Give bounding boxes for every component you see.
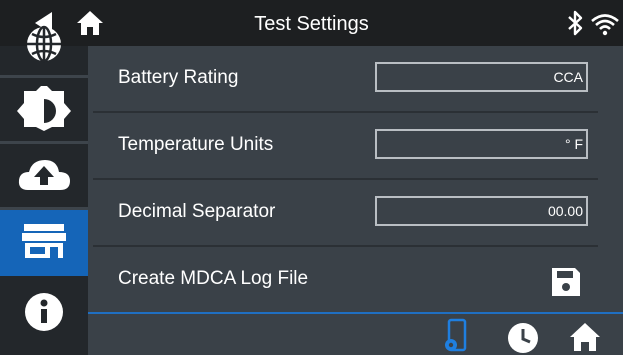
phone-settings-icon[interactable] bbox=[443, 318, 469, 354]
save-icon[interactable] bbox=[549, 265, 583, 299]
bluetooth-icon bbox=[568, 10, 583, 36]
decimal-separator-field[interactable]: 00.00 bbox=[375, 196, 588, 226]
sidebar-item-shop[interactable] bbox=[0, 210, 88, 276]
create-log-row[interactable]: Create MDCA Log File bbox=[88, 247, 623, 314]
sidebar-item-info[interactable] bbox=[0, 276, 88, 356]
clock-icon[interactable] bbox=[505, 320, 541, 356]
temperature-units-label: Temperature Units bbox=[118, 134, 274, 155]
sidebar-item-display[interactable] bbox=[0, 78, 88, 144]
sidebar bbox=[0, 25, 88, 356]
brightness-icon bbox=[17, 86, 71, 131]
sidebar-item-language[interactable] bbox=[0, 12, 88, 78]
decimal-separator-row[interactable]: Decimal Separator 00.00 bbox=[88, 180, 623, 247]
wifi-icon bbox=[591, 14, 619, 36]
sidebar-item-cloud[interactable] bbox=[0, 144, 88, 210]
battery-rating-label: Battery Rating bbox=[118, 67, 239, 88]
info-icon bbox=[25, 293, 63, 331]
cloud-upload-icon bbox=[18, 160, 70, 190]
device-screen: Test Settings Battery Rating CCA Tempera… bbox=[0, 0, 623, 355]
top-bar: Test Settings bbox=[0, 0, 623, 46]
temperature-units-row[interactable]: Temperature Units ° F bbox=[88, 113, 623, 180]
create-log-label: Create MDCA Log File bbox=[118, 268, 309, 289]
bottom-bar bbox=[88, 312, 623, 355]
battery-rating-field[interactable]: CCA bbox=[375, 62, 588, 92]
page-title: Test Settings bbox=[254, 13, 369, 35]
globe-icon bbox=[27, 25, 61, 63]
battery-rating-row[interactable]: Battery Rating CCA bbox=[88, 46, 623, 113]
settings-list: Battery Rating CCA Temperature Units ° F… bbox=[88, 46, 623, 314]
footer-home-icon[interactable] bbox=[568, 320, 602, 354]
store-icon bbox=[22, 224, 66, 258]
temperature-units-field[interactable]: ° F bbox=[375, 129, 588, 159]
decimal-separator-label: Decimal Separator bbox=[118, 201, 276, 222]
